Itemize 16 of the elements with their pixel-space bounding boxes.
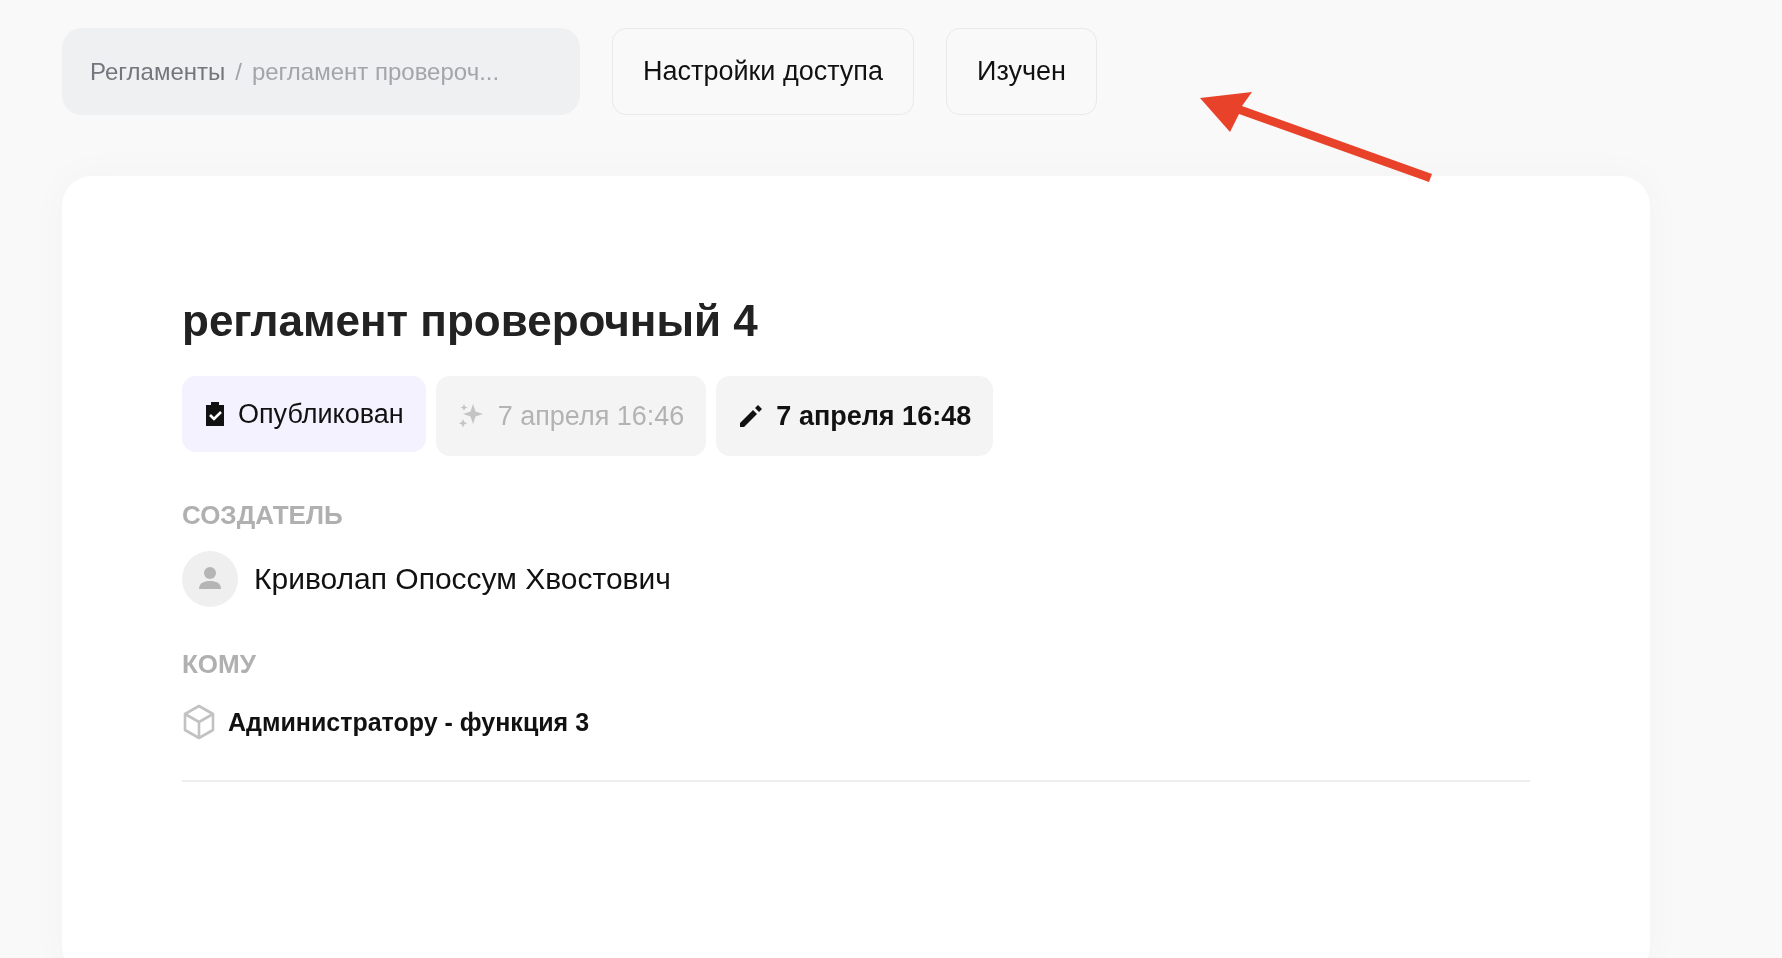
section-heading: СОЗДАТЕЛЬ [182,500,344,531]
creator-name: Криволап Опоссум Хвостович [254,562,671,596]
recipient-label: Администратору - функция 3 [228,707,590,737]
action-button[interactable]: Изучен [945,28,1097,115]
breadcrumb-link[interactable]: Регламенты [90,57,226,86]
breadcrumb-separator: / [235,57,242,86]
action-button[interactable]: Настройки доступа [612,28,914,115]
section-heading: КОМУ [182,649,257,680]
info-chip: Опубликован [182,376,426,452]
info-chip: 7 апреля 16:48 [716,376,994,456]
cube-icon [182,704,216,740]
avatar-icon [182,551,238,607]
clipboard-check-icon [204,401,226,427]
document-title: регламент проверочный 4 [182,296,759,346]
pencil-icon [738,403,765,429]
info-chip: 7 апреля 16:46 [435,376,707,456]
